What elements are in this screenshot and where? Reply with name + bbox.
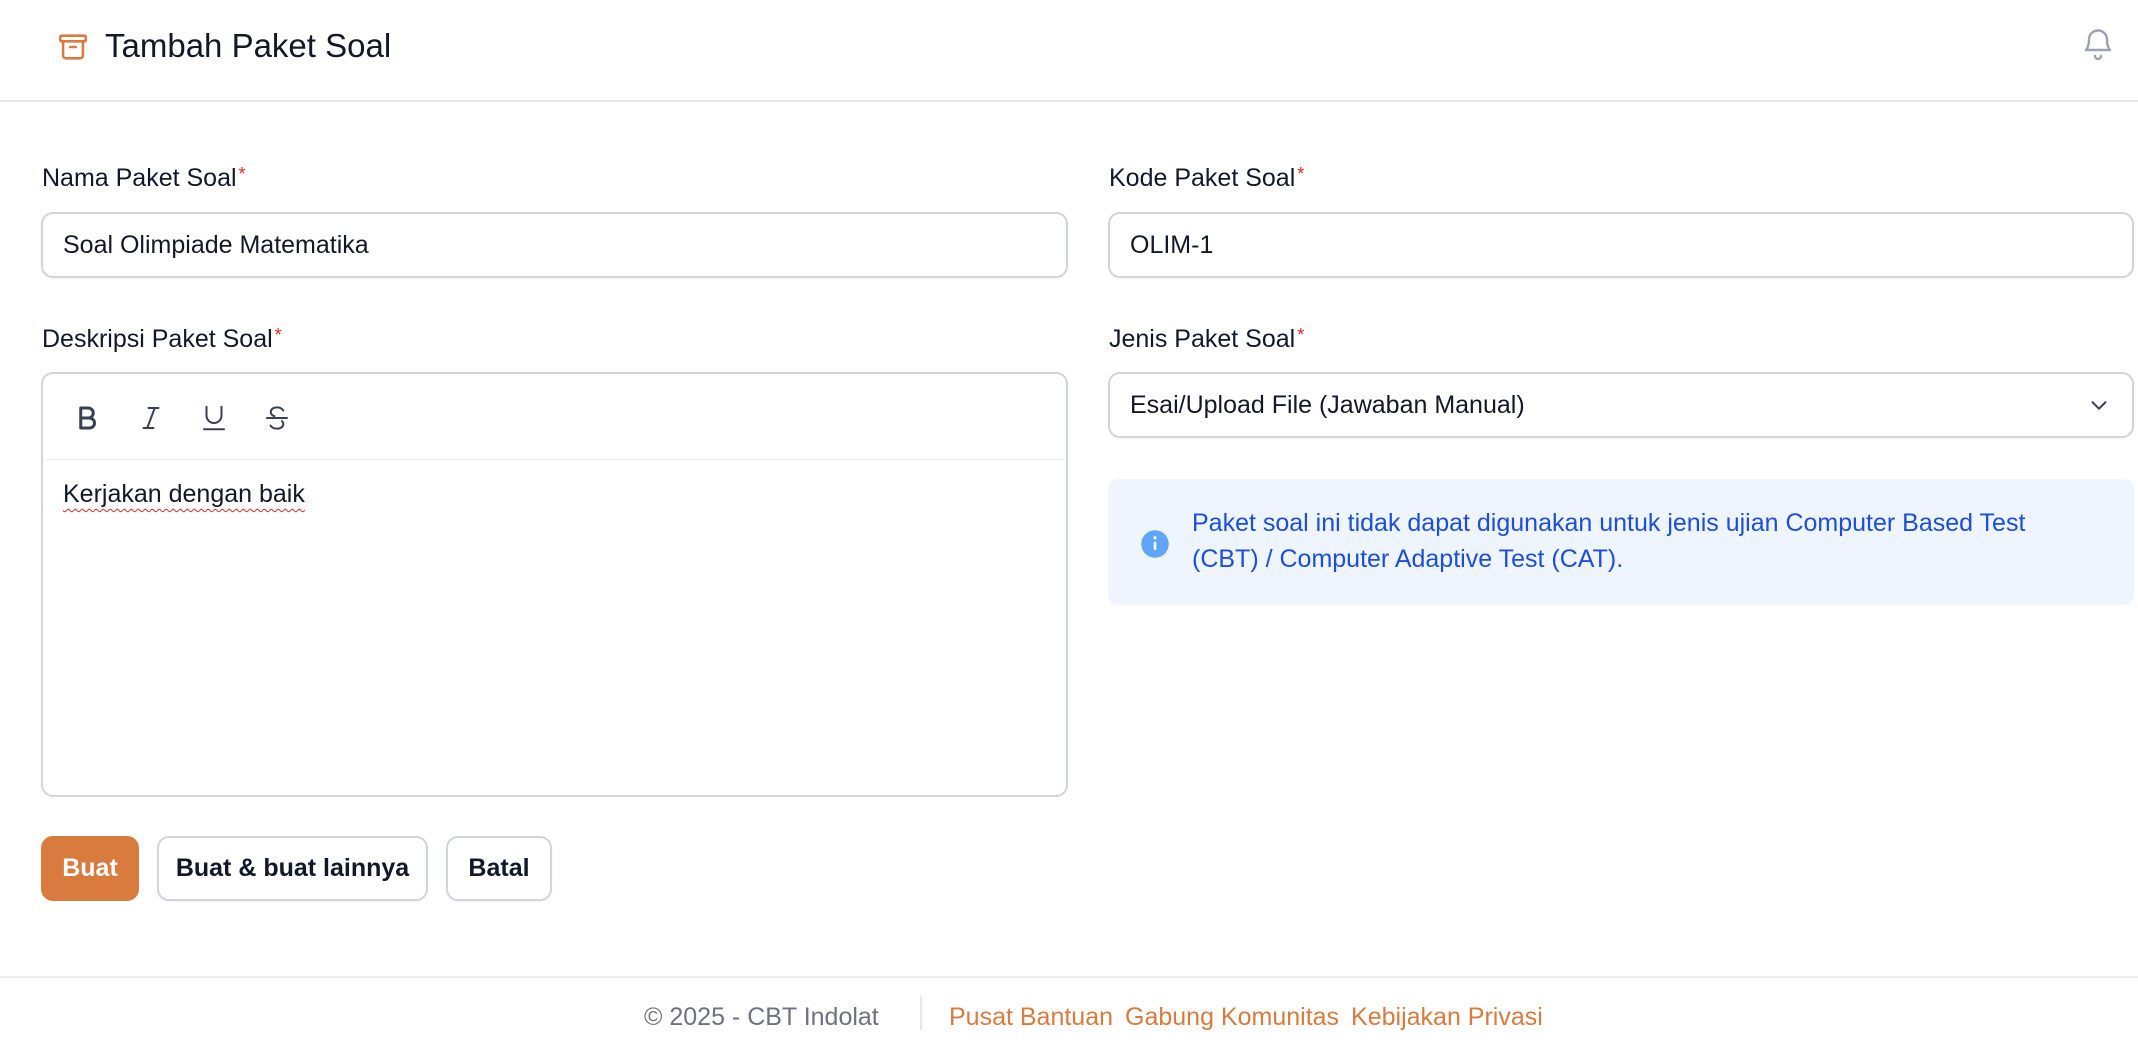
nama-label-text: Nama Paket Soal [42, 164, 237, 192]
info-text: Paket soal ini tidak dapat digunakan unt… [1192, 509, 2026, 573]
chevron-down-icon [2091, 401, 2107, 410]
footer: © 2025 - CBT Indolat Pusat Bantuan Gabung… [0, 976, 2138, 1059]
deskripsi-label-text: Deskripsi Paket Soal [42, 325, 273, 353]
top-bar: Tambah Paket Soal [0, 0, 2138, 102]
bell-icon[interactable] [2080, 24, 2116, 64]
archive-box-icon [58, 34, 88, 60]
footer-links: Pusat Bantuan Gabung Komunitas Kebijakan P… [949, 997, 1555, 1037]
copyright-text: © 2025 - CBT Indolat [644, 1003, 879, 1031]
kode-label: Kode Paket Soal * [1109, 162, 1304, 194]
kode-paket-input[interactable]: OLIM-1 [1108, 212, 2134, 278]
page-title: Tambah Paket Soal [105, 27, 392, 64]
info-circle-icon [1141, 530, 1169, 558]
jenis-label-text: Jenis Paket Soal [1109, 325, 1296, 353]
required-mark: * [274, 325, 282, 345]
deskripsi-content[interactable]: Kerjakan dengan baik [63, 480, 305, 509]
italic-icon[interactable] [131, 398, 171, 438]
required-mark: * [1297, 325, 1305, 345]
footer-link-help[interactable]: Pusat Bantuan [949, 1003, 1113, 1031]
nama-paket-input[interactable]: Soal Olimpiade Matematika [41, 212, 1068, 278]
kode-label-text: Kode Paket Soal [1109, 164, 1296, 192]
nama-paket-value: Soal Olimpiade Matematika [63, 231, 369, 259]
cancel-button[interactable]: Batal [446, 836, 552, 901]
bold-icon[interactable] [67, 398, 107, 438]
deskripsi-label: Deskripsi Paket Soal * [42, 323, 282, 355]
kode-paket-value: OLIM-1 [1130, 231, 1214, 259]
editor-toolbar [43, 374, 1066, 460]
create-another-button[interactable]: Buat & buat lainnya [157, 836, 428, 901]
jenis-paket-select[interactable]: Esai/Upload File (Jawaban Manual) [1108, 372, 2134, 438]
jenis-selected-value: Esai/Upload File (Jawaban Manual) [1130, 391, 1525, 419]
jenis-label: Jenis Paket Soal * [1109, 323, 1304, 355]
create-button[interactable]: Buat [41, 836, 139, 901]
deskripsi-editor[interactable]: Kerjakan dengan baik [41, 372, 1068, 797]
required-mark: * [1297, 164, 1305, 184]
strikethrough-icon[interactable] [257, 398, 297, 438]
footer-link-privacy[interactable]: Kebijakan Privasi [1351, 1003, 1543, 1031]
info-alert: Paket soal ini tidak dapat digunakan unt… [1108, 479, 2134, 605]
underline-icon[interactable] [194, 398, 234, 438]
nama-label: Nama Paket Soal * [42, 162, 246, 194]
required-mark: * [238, 164, 246, 184]
footer-link-community[interactable]: Gabung Komunitas [1125, 1003, 1339, 1031]
footer-divider [920, 996, 922, 1030]
